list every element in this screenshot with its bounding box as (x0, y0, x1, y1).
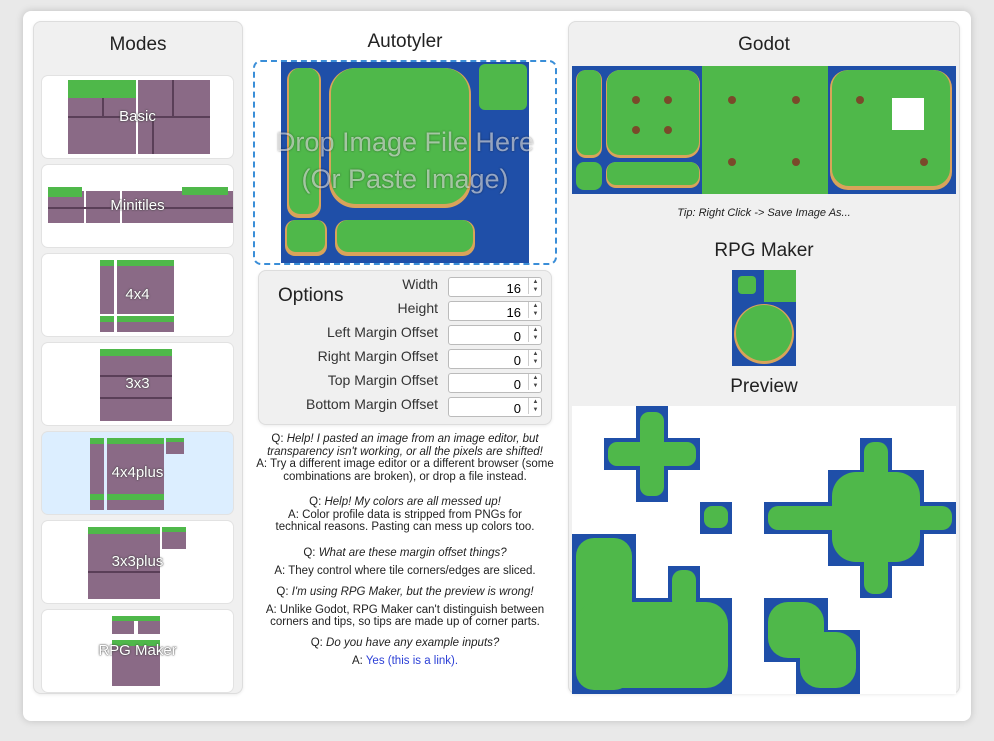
drop-zone-text: Drop Image File Here (Or Paste Image) (255, 124, 555, 198)
modes-title: Modes (109, 34, 167, 55)
modes-panel: Modes Basic Minitiles 4x4 3x3 4x4plus 3x… (33, 21, 243, 694)
rpg-maker-tileset-output (732, 270, 796, 366)
drop-zone-line2: (Or Paste Image) (301, 164, 509, 194)
drop-zone[interactable]: Drop Image File Here (Or Paste Image) (253, 60, 557, 265)
mode-label: 3x3 (125, 375, 150, 392)
preview-title: Preview (730, 376, 798, 397)
rpg-maker-title: RPG Maker (714, 240, 814, 261)
height-label: Height (397, 300, 438, 316)
faq-answer: A: Yes (this is a link). (351, 654, 459, 667)
mode-label: Basic (119, 108, 156, 125)
bottom-margin-spinner[interactable]: ▲ ▼ (528, 398, 542, 414)
left-margin-spinner[interactable]: ▲ ▼ (528, 326, 542, 342)
option-row-left-margin: Left Margin Offset ▲▼ (258, 324, 552, 345)
right-margin-spinner[interactable]: ▲ ▼ (528, 350, 542, 366)
mode-4x4[interactable]: 4x4 (42, 254, 233, 336)
option-row-width: Width ▲▼ (258, 276, 552, 297)
faq-question: Q: Help! I pasted an image from an image… (267, 433, 543, 458)
preview-canvas (572, 406, 956, 694)
mode-label: 3x3plus (111, 553, 164, 570)
left-margin-label: Left Margin Offset (326, 324, 438, 340)
height-spinner[interactable]: ▲ ▼ (528, 302, 542, 318)
autotyler-title: Autotyler (367, 31, 443, 52)
save-tip: Tip: Right Click -> Save Image As... (677, 207, 851, 219)
drop-zone-line1: Drop Image File Here (275, 127, 535, 157)
faq-item: Q: I'm using RPG Maker, but the preview … (255, 586, 555, 629)
faq-item: Q: Help! I pasted an image from an image… (255, 433, 555, 483)
mode-minitiles[interactable]: Minitiles (42, 165, 233, 247)
faq-question: Q: Help! My colors are all messed up! (309, 496, 501, 508)
option-row-top-margin: Top Margin Offset ▲▼ (258, 372, 552, 393)
mode-basic[interactable]: Basic (42, 76, 233, 158)
app-window: Modes Basic Minitiles 4x4 3x3 4x4plus 3x… (23, 11, 971, 721)
mode-3x3plus[interactable]: 3x3plus (42, 521, 233, 603)
width-label: Width (402, 276, 438, 292)
faq-answer: A: Unlike Godot, RPG Maker can't disting… (265, 603, 545, 629)
options-panel: Options Width ▲▼ Height ▲▼ Left Margin O… (258, 270, 552, 425)
faq-answer: A: Try a different image editor or a dif… (256, 458, 554, 483)
godot-tileset-output (572, 66, 956, 194)
faq-question: Q: What are these margin offset things? (303, 547, 507, 559)
option-row-height: Height ▲▼ (258, 300, 552, 321)
right-margin-label: Right Margin Offset (317, 348, 438, 364)
mode-label: RPG Maker (98, 642, 177, 659)
mode-label: 4x4plus (111, 464, 164, 481)
mode-label: Minitiles (110, 197, 165, 214)
faq-item: Q: What are these margin offset things? … (255, 547, 555, 577)
mode-3x3[interactable]: 3x3 (42, 343, 233, 425)
faq-question: Q: I'm using RPG Maker, but the preview … (276, 586, 534, 598)
faq-answer: A: They control where tile corners/edges… (274, 564, 536, 577)
option-row-bottom-margin: Bottom Margin Offset ▲▼ (258, 396, 552, 417)
mode-4x4plus[interactable]: 4x4plus (42, 432, 233, 514)
mode-label: 4x4 (125, 286, 150, 303)
faq-answer: A: Color profile data is stripped from P… (275, 508, 535, 534)
example-inputs-link[interactable]: Yes (this is a link). (366, 655, 458, 667)
godot-panel: Godot RPG Maker Preview (568, 21, 960, 694)
width-spinner[interactable]: ▲ ▼ (528, 278, 542, 294)
faq-item: Q: Help! My colors are all messed up! A:… (255, 496, 555, 534)
faq-item: Q: Do you have any example inputs? A: Ye… (255, 637, 555, 667)
option-row-right-margin: Right Margin Offset ▲▼ (258, 348, 552, 369)
top-margin-spinner[interactable]: ▲ ▼ (528, 374, 542, 390)
top-margin-label: Top Margin Offset (327, 372, 438, 388)
godot-title: Godot (738, 34, 790, 55)
faq-question: Q: Do you have any example inputs? (310, 637, 500, 649)
mode-rpg-maker[interactable]: RPG Maker (42, 610, 233, 692)
bottom-margin-label: Bottom Margin Offset (305, 396, 438, 412)
